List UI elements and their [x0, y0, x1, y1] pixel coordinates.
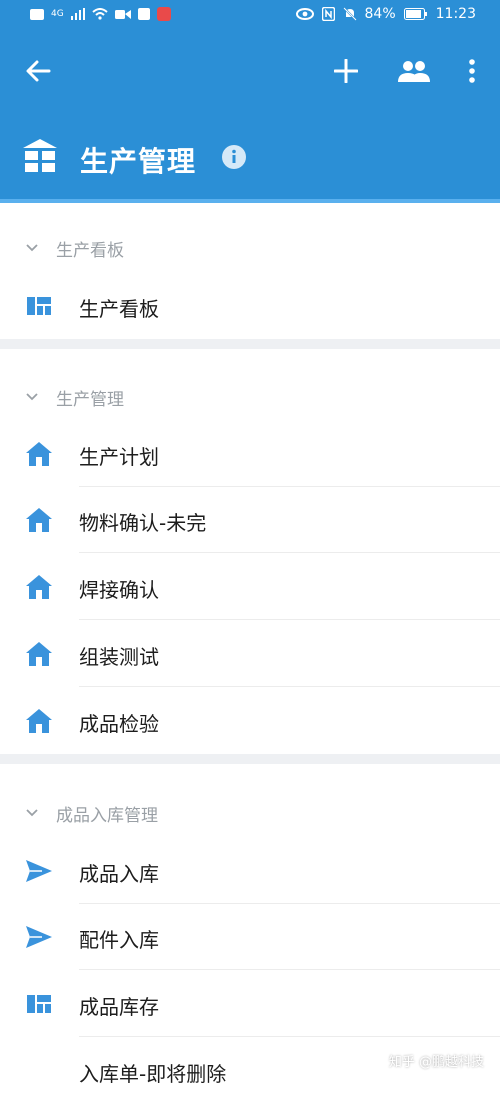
section-label: 生产管理 [56, 389, 124, 410]
back-button[interactable] [18, 51, 58, 91]
list-item-inventory[interactable]: 成品库存 [0, 971, 500, 1037]
nfc-icon [321, 7, 335, 21]
status-bar: 4G 84% 11:23 [0, 0, 500, 33]
list-item-plan[interactable]: 生产计划 [0, 421, 500, 487]
signal-icon [70, 8, 85, 20]
watermark: 知乎 @鹏越科技 [388, 1055, 484, 1070]
people-icon [398, 61, 430, 82]
home-icon [26, 508, 52, 532]
item-label: 成品入库 [79, 862, 159, 886]
list-item-parts-inbound[interactable]: 配件入库 [0, 904, 500, 970]
row-separator [79, 619, 500, 620]
chevron-down-icon [26, 809, 38, 817]
home-icon [26, 709, 52, 733]
add-button[interactable] [326, 51, 366, 91]
page-title: 生产管理 [80, 145, 197, 178]
eye-icon [295, 8, 314, 20]
list-item-kanban[interactable]: 生产看板 [0, 273, 500, 339]
info-button[interactable] [222, 145, 246, 173]
section-header-warehouse[interactable]: 成品入库管理 [0, 793, 500, 833]
row-separator [79, 686, 500, 687]
row-separator [79, 1036, 500, 1037]
list-item-inbound-order[interactable]: 入库单-即将删除 [0, 1038, 500, 1104]
mute-icon [342, 7, 357, 21]
item-label: 焊接确认 [79, 578, 159, 602]
signal-label: 4G [51, 9, 64, 19]
item-label: 配件入库 [79, 928, 159, 952]
home-icon [26, 575, 52, 599]
arrow-left-icon [26, 60, 51, 82]
send-icon [26, 926, 52, 948]
app-bar [0, 33, 500, 199]
app-badge-icon [156, 7, 171, 21]
item-label: 生产看板 [79, 297, 159, 321]
home-icon [26, 642, 52, 666]
hd-icon [30, 8, 44, 20]
section-header-kanban[interactable]: 生产看板 [0, 228, 500, 268]
item-label: 组装测试 [79, 645, 159, 669]
section-label: 生产看板 [56, 240, 124, 261]
battery-percent: 84% [364, 6, 396, 22]
chevron-down-icon [26, 244, 38, 252]
plus-icon [334, 59, 358, 83]
list-item-inspection[interactable]: 成品检验 [0, 688, 500, 754]
send-icon [26, 860, 52, 882]
item-label: 成品检验 [79, 712, 159, 736]
header-accent [0, 199, 500, 203]
wifi-icon [92, 8, 108, 20]
dashboard-icon [27, 995, 51, 1013]
section-divider [0, 339, 500, 349]
item-label: 生产计划 [79, 445, 159, 469]
list-item-welding[interactable]: 焊接确认 [0, 554, 500, 620]
list-item-material[interactable]: 物料确认-未完 [0, 487, 500, 553]
section-label: 成品入库管理 [56, 805, 158, 826]
section-divider [0, 754, 500, 764]
item-label: 入库单-即将删除 [79, 1062, 227, 1086]
list-item-assembly[interactable]: 组装测试 [0, 621, 500, 687]
item-label: 成品库存 [79, 995, 159, 1019]
list-item-product-inbound[interactable]: 成品入库 [0, 838, 500, 904]
item-label: 物料确认-未完 [79, 511, 207, 535]
clock: 11:23 [435, 6, 476, 22]
app-grid-icon [23, 139, 57, 172]
chevron-down-icon [26, 393, 38, 401]
dashboard-icon [27, 297, 51, 315]
video-icon [114, 9, 131, 19]
members-button[interactable] [394, 51, 434, 91]
row-separator [79, 969, 500, 970]
app-notification-icon [137, 8, 150, 20]
more-vert-icon [469, 59, 475, 83]
row-separator [79, 552, 500, 553]
home-icon [26, 442, 52, 466]
info-icon [222, 145, 246, 169]
section-header-production[interactable]: 生产管理 [0, 377, 500, 417]
battery-icon [403, 8, 427, 20]
more-button[interactable] [452, 51, 492, 91]
